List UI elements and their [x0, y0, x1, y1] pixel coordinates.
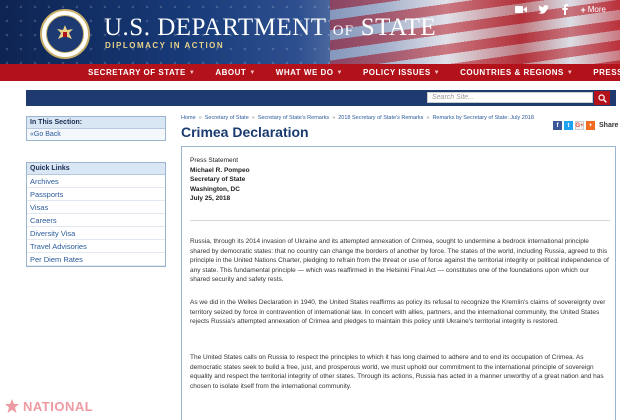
plus-icon: + — [580, 4, 586, 15]
watermark: NATIONAL — [4, 398, 93, 414]
quick-link-archives[interactable]: Archives — [27, 175, 165, 188]
chevron-down-icon: ▼ — [188, 69, 196, 76]
nav-item-label: ABOUT — [215, 68, 247, 77]
nav-item-press[interactable]: PRESS ▼ — [593, 68, 620, 77]
share-bar: f t G+ + Share — [553, 121, 618, 130]
eagle-icon — [57, 25, 73, 39]
twitter-share-icon[interactable]: t — [564, 121, 573, 130]
chevron-right-icon: » — [198, 115, 202, 121]
site-title-of: OF — [332, 23, 354, 39]
nav-item-label: WHAT WE DO — [275, 68, 334, 77]
chevron-down-icon: ▼ — [336, 69, 343, 76]
search-icon — [597, 93, 607, 103]
nav-item-label: SECRETARY OF STATE — [88, 68, 186, 77]
site-title[interactable]: U.S. DEPARTMENT OF STATE — [104, 14, 436, 42]
article-author: Michael R. Pompeo — [190, 166, 250, 174]
google-plus-share-icon[interactable]: G+ — [575, 121, 584, 130]
share-plus-icon[interactable]: + — [586, 121, 595, 130]
quick-link-visas[interactable]: Visas — [27, 201, 165, 214]
nav-item-what-we-do[interactable]: WHAT WE DO ▼ — [276, 68, 353, 77]
quick-links-box: Quick Links Archives Passports Visas Car… — [26, 162, 166, 267]
chevron-down-icon: ▼ — [433, 69, 441, 76]
breadcrumb-item-2018-remarks[interactable]: 2018 Secretary of State's Remarks — [338, 115, 423, 121]
nav-item-label: PRESS — [593, 68, 620, 77]
article-location: Washington, DC — [190, 185, 240, 193]
site-title-state: STATE — [360, 14, 437, 41]
nav-item-about[interactable]: ABOUT ▼ — [215, 68, 265, 77]
quick-link-travel-advisories[interactable]: Travel Advisories — [27, 240, 165, 253]
chevron-right-icon: » — [251, 115, 255, 121]
page-title: Crimea Declaration — [181, 124, 309, 140]
quick-link-diversity-visa[interactable]: Diversity Visa — [27, 227, 165, 240]
chevron-right-icon: » — [332, 115, 336, 121]
facebook-icon[interactable] — [559, 3, 572, 16]
quick-links-title: Quick Links — [27, 163, 165, 175]
page: U.S. DEPARTMENT OF STATE DIPLOMACY IN AC… — [0, 0, 620, 420]
breadcrumb-item-home[interactable]: Home — [181, 115, 196, 121]
watermark-logo-icon — [5, 399, 19, 413]
watermark-text: NATIONAL — [23, 398, 94, 414]
main-navigation: SECRETARY OF STATE ▼ ABOUT ▼ WHAT WE DO … — [0, 64, 620, 81]
article-author-title: Secretary of State — [190, 176, 246, 183]
social-links: + More — [515, 3, 607, 16]
in-this-section-title: In This Section: — [27, 117, 165, 129]
video-icon[interactable] — [515, 3, 528, 16]
facebook-share-icon[interactable]: f — [553, 121, 562, 130]
nav-item-secretary-of-state[interactable]: SECRETARY OF STATE ▼ — [88, 68, 205, 77]
article-body: Press Statement Michael R. Pompeo Secret… — [181, 146, 616, 420]
breadcrumb-item-secretary[interactable]: Secretary of State — [205, 115, 249, 121]
more-link[interactable]: + More — [581, 5, 607, 15]
chevron-down-icon: ▼ — [566, 69, 574, 76]
article-paragraph-1: Russia, through its 2014 invasion of Ukr… — [190, 238, 609, 284]
search-input[interactable]: Search Site... — [427, 92, 593, 103]
nav-item-policy-issues[interactable]: POLICY ISSUES ▼ — [363, 68, 450, 77]
quick-link-careers[interactable]: Careers — [27, 214, 165, 227]
nav-item-countries-regions[interactable]: COUNTRIES & REGIONS ▼ — [460, 68, 583, 77]
sidebar: In This Section: «Go Back Quick Links Ar… — [26, 116, 166, 267]
article-type: Press Statement — [190, 157, 239, 164]
in-this-section-box: In This Section: «Go Back — [26, 116, 166, 141]
article-date: July 25, 2018 — [190, 195, 231, 202]
search-button[interactable] — [594, 91, 610, 105]
chevron-right-icon: » — [426, 115, 430, 121]
chevron-down-icon: ▼ — [249, 69, 256, 76]
breadcrumb-item-july-2018[interactable]: Remarks by Secretary of State: July 2018 — [432, 115, 534, 121]
site-tagline: DIPLOMACY IN ACTION — [105, 41, 225, 50]
go-back-label: Go Back — [33, 131, 61, 138]
site-header: U.S. DEPARTMENT OF STATE DIPLOMACY IN AC… — [0, 0, 620, 64]
share-label[interactable]: Share — [599, 122, 618, 129]
article-paragraph-3: The United States calls on Russia to res… — [190, 354, 604, 390]
go-back-link[interactable]: «Go Back — [27, 129, 165, 140]
quick-link-passports[interactable]: Passports — [27, 188, 165, 201]
twitter-icon[interactable] — [537, 3, 550, 16]
article-paragraph-2: As we did in the Welles Declaration in 1… — [190, 299, 606, 326]
nav-item-label: COUNTRIES & REGIONS — [460, 68, 564, 77]
site-title-main: U.S. DEPARTMENT — [104, 14, 327, 41]
more-label: More — [587, 5, 606, 14]
divider — [190, 220, 610, 221]
department-seal-logo[interactable] — [40, 9, 90, 59]
breadcrumb: Home » Secretary of State » Secretary of… — [181, 115, 534, 121]
quick-link-per-diem-rates[interactable]: Per Diem Rates — [27, 253, 165, 266]
search-bar: Search Site... — [26, 90, 616, 106]
article-meta: Press Statement Michael R. Pompeo Secret… — [190, 156, 250, 204]
breadcrumb-item-remarks[interactable]: Secretary of State's Remarks — [258, 115, 329, 121]
nav-item-label: POLICY ISSUES — [362, 68, 431, 77]
